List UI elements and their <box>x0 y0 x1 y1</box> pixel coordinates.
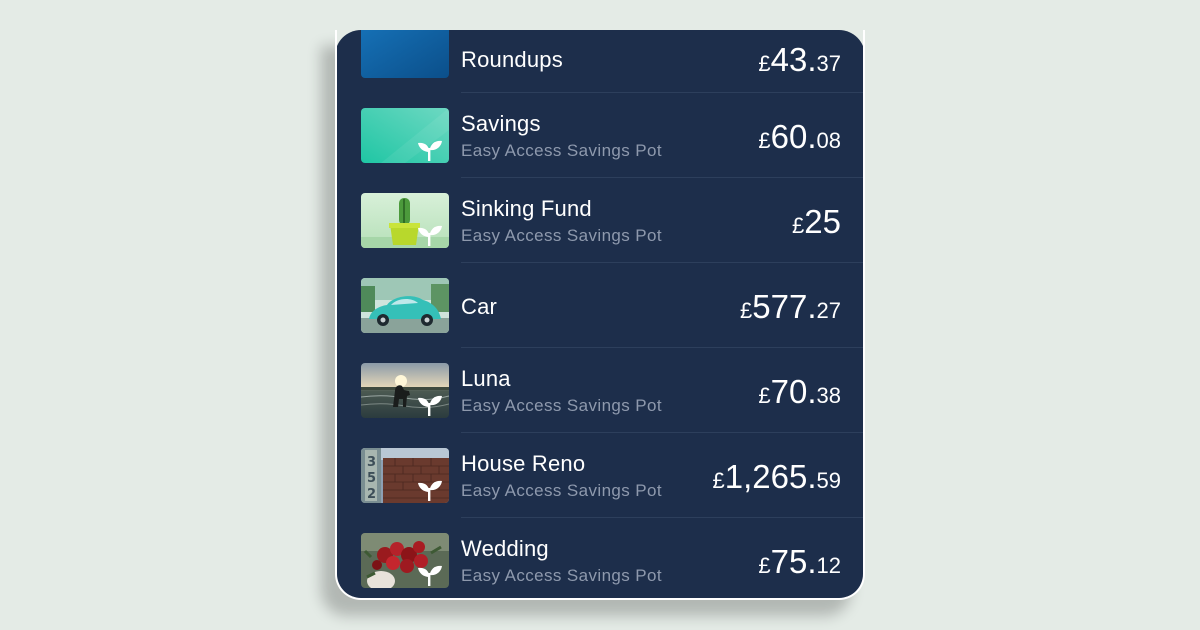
currency-symbol: £ <box>740 298 753 323</box>
pot-balance: £70.38 <box>758 373 841 411</box>
pot-thumbnail-car <box>361 278 449 333</box>
pot-type: Easy Access Savings Pot <box>461 141 663 160</box>
stage: Roundups £43.37 Savings Easy Access Savi… <box>0 0 1200 630</box>
pot-type: Easy Access Savings Pot <box>461 481 663 500</box>
pot-name: Car <box>461 294 498 319</box>
pot-balance: £577.27 <box>740 288 841 326</box>
balance-minor: 37 <box>816 51 841 76</box>
pot-balance: £1,265.59 <box>713 458 841 496</box>
pot-balance: £60.08 <box>758 118 841 156</box>
svg-text:5: 5 <box>367 471 376 486</box>
balance-minor: 08 <box>816 128 841 153</box>
currency-symbol: £ <box>758 51 771 76</box>
pot-row-luna[interactable]: Luna Easy Access Savings Pot £70.38 <box>337 348 863 433</box>
pot-balance: £75.12 <box>758 543 841 581</box>
pot-name: Luna <box>461 366 511 391</box>
balance-major: 75. <box>770 543 817 580</box>
pot-name: Savings <box>461 111 541 136</box>
balance-major: 1,265. <box>724 458 817 495</box>
pot-thumbnail-house-reno: 3 5 2 <box>361 448 449 503</box>
pot-row-savings[interactable]: Savings Easy Access Savings Pot £60.08 <box>337 93 863 178</box>
balance-major: 70. <box>770 373 817 410</box>
pots-list-card: Roundups £43.37 Savings Easy Access Savi… <box>335 30 865 600</box>
currency-symbol: £ <box>792 213 805 238</box>
balance-minor: 38 <box>816 383 841 408</box>
pot-name: Wedding <box>461 536 549 561</box>
pot-row-car[interactable]: Car £577.27 <box>337 263 863 348</box>
balance-major: 577. <box>752 288 817 325</box>
pot-name: Roundups <box>461 47 563 72</box>
svg-text:2: 2 <box>367 487 376 502</box>
pot-row-house-reno[interactable]: 3 5 2 House Reno Easy Access Savings Pot… <box>337 433 863 518</box>
currency-symbol: £ <box>758 553 771 578</box>
balance-minor: 12 <box>816 553 841 578</box>
balance-minor: 27 <box>816 298 841 323</box>
pot-balance: £43.37 <box>758 41 841 79</box>
pot-balance: £25 <box>792 203 841 241</box>
balance-minor: 59 <box>816 468 841 493</box>
currency-symbol: £ <box>758 128 771 153</box>
pot-name: Sinking Fund <box>461 196 592 221</box>
balance-major: 43. <box>770 41 817 78</box>
pot-row-sinking-fund[interactable]: Sinking Fund Easy Access Savings Pot £25 <box>337 178 863 263</box>
pot-row-roundups[interactable]: Roundups £43.37 <box>337 30 863 93</box>
balance-major: 25 <box>804 203 841 240</box>
svg-text:3: 3 <box>367 455 376 470</box>
pot-type: Easy Access Savings Pot <box>461 396 663 415</box>
pot-type: Easy Access Savings Pot <box>461 566 663 585</box>
pot-thumbnail-wedding <box>361 533 449 588</box>
pot-thumbnail-luna <box>361 363 449 418</box>
pot-thumbnail-sinking-fund <box>361 193 449 248</box>
pot-type: Easy Access Savings Pot <box>461 226 663 245</box>
pot-name: House Reno <box>461 451 586 476</box>
currency-symbol: £ <box>758 383 771 408</box>
currency-symbol: £ <box>712 468 725 493</box>
balance-major: 60. <box>770 118 817 155</box>
pot-thumbnail-roundups <box>361 30 449 78</box>
pot-thumbnail-savings <box>361 108 449 163</box>
pot-row-wedding[interactable]: Wedding Easy Access Savings Pot £75.12 <box>337 518 863 598</box>
